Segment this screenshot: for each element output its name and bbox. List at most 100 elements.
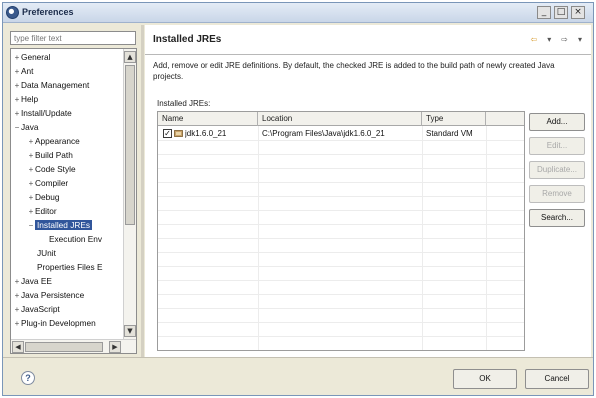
table-row[interactable]: ✓ jdk1.6.0_21 C:\Program Files\Java\jdk1… — [158, 127, 524, 140]
row-divider — [158, 210, 524, 211]
tree-item-label: Editor — [35, 206, 57, 216]
panel-splitter[interactable] — [141, 25, 144, 357]
tree-item-properties-files-editor[interactable]: Properties Files E — [37, 261, 102, 274]
tree-item-javascript[interactable]: + JavaScript — [13, 303, 60, 316]
installed-jres-label: Installed JREs: — [157, 99, 211, 108]
page-navigation: ⇦ ▾ ⇨ ▾ — [526, 34, 585, 44]
collapse-icon[interactable]: − — [13, 121, 21, 134]
expand-icon[interactable]: + — [13, 275, 21, 288]
tree-item-label: Install/Update — [21, 108, 72, 118]
column-header-name[interactable]: Name — [158, 112, 258, 126]
tree-item-label: Java EE — [21, 276, 52, 286]
scroll-thumb[interactable] — [25, 342, 103, 352]
expand-icon[interactable]: + — [13, 317, 21, 330]
tree-item-junit[interactable]: JUnit — [37, 247, 56, 260]
edit-button[interactable]: Edit... — [529, 137, 585, 155]
tree-item-label: Plug-in Developmen — [21, 318, 96, 328]
tree-item-java-persistence[interactable]: + Java Persistence — [13, 289, 85, 302]
dropdown-icon[interactable]: ▾ — [575, 35, 585, 45]
expand-icon[interactable]: + — [13, 303, 21, 316]
expand-icon[interactable]: + — [27, 205, 35, 218]
tree-item-label: Help — [21, 94, 39, 104]
expand-icon[interactable]: + — [27, 135, 35, 148]
scroll-right-icon[interactable]: ▶ — [109, 341, 121, 353]
tree-item-label: Compiler — [35, 178, 69, 188]
duplicate-button[interactable]: Duplicate... — [529, 161, 585, 179]
minimize-button[interactable]: _ — [537, 6, 551, 19]
tree-item-java-ee[interactable]: + Java EE — [13, 275, 52, 288]
tree-horizontal-scrollbar[interactable]: ◀ ▶ — [11, 339, 136, 353]
maximize-button[interactable]: □ — [554, 6, 568, 19]
tree-item-debug[interactable]: + Debug — [27, 191, 60, 204]
scroll-left-icon[interactable]: ◀ — [12, 341, 24, 353]
tree-item-code-style[interactable]: + Code Style — [27, 163, 76, 176]
add-button[interactable]: Add... — [529, 113, 585, 131]
row-divider — [158, 168, 524, 169]
tree-items: + General + Ant + Data Management + Help + In… — [11, 49, 123, 339]
row-divider — [158, 182, 524, 183]
expand-icon[interactable]: + — [13, 93, 21, 106]
tree-item-install-update[interactable]: + Install/Update — [13, 107, 72, 120]
row-divider — [158, 252, 524, 253]
tree-item-plugin-development[interactable]: + Plug-in Developmen — [13, 317, 96, 330]
jre-table[interactable]: Name Location Type ✓ jdk1.6.0_21 C:\Prog… — [157, 111, 525, 351]
tree-item-general[interactable]: + General — [13, 51, 51, 64]
expand-icon[interactable]: + — [13, 65, 21, 78]
scroll-up-icon[interactable]: ▲ — [124, 51, 136, 63]
tree-item-ant[interactable]: + Ant — [13, 65, 34, 78]
dialog-separator — [3, 357, 593, 358]
back-arrow-icon[interactable]: ⇦ — [529, 35, 539, 45]
row-divider — [158, 322, 524, 323]
forward-arrow-icon[interactable]: ⇨ — [560, 35, 570, 45]
tree-item-label: Build Path — [35, 150, 73, 160]
tree-item-appearance[interactable]: + Appearance — [27, 135, 80, 148]
jre-name-cell: jdk1.6.0_21 — [185, 129, 227, 138]
expand-icon[interactable]: + — [27, 177, 35, 190]
row-divider — [158, 294, 524, 295]
search-button[interactable]: Search... — [529, 209, 585, 227]
help-icon[interactable]: ? — [21, 371, 35, 385]
close-button[interactable]: × — [571, 6, 585, 19]
tree-item-label: Debug — [35, 192, 60, 202]
tree-item-editor[interactable]: + Editor — [27, 205, 57, 218]
expand-icon[interactable]: + — [27, 191, 35, 204]
expand-icon[interactable]: + — [27, 163, 35, 176]
dropdown-icon[interactable]: ▾ — [544, 35, 554, 45]
tree-item-label: Installed JREs — [35, 220, 93, 230]
filter-input[interactable] — [10, 31, 136, 45]
row-divider — [158, 140, 524, 141]
preferences-tree[interactable]: + General + Ant + Data Management + Help + In… — [10, 48, 137, 354]
expand-icon[interactable]: + — [13, 107, 21, 120]
expand-icon[interactable]: + — [13, 51, 21, 64]
tree-item-help[interactable]: + Help — [13, 93, 38, 106]
remove-button[interactable]: Remove — [529, 185, 585, 203]
row-divider — [158, 196, 524, 197]
column-header-type[interactable]: Type — [422, 112, 486, 126]
tree-vertical-scrollbar[interactable]: ▲ ▼ — [123, 49, 136, 339]
scroll-thumb[interactable] — [125, 65, 135, 225]
tree-item-execution-environments[interactable]: Execution Env — [49, 233, 102, 246]
jre-type-cell: Standard VM — [426, 129, 473, 138]
tree-item-label: Execution Env — [49, 234, 103, 244]
cancel-button[interactable]: Cancel — [525, 369, 589, 389]
collapse-icon[interactable]: − — [27, 219, 35, 232]
tree-item-java[interactable]: − Java — [13, 121, 39, 134]
ok-button[interactable]: OK — [453, 369, 517, 389]
tree-item-installed-jres[interactable]: − Installed JREs — [27, 219, 93, 232]
tree-item-build-path[interactable]: + Build Path — [27, 149, 73, 162]
row-divider — [158, 308, 524, 309]
default-jre-checkbox[interactable]: ✓ — [163, 129, 172, 138]
title-bar[interactable]: Preferences _ □ × — [3, 3, 593, 23]
tree-item-label: JavaScript — [21, 304, 60, 314]
tree-item-compiler[interactable]: + Compiler — [27, 177, 69, 190]
expand-icon[interactable]: + — [27, 149, 35, 162]
tree-item-label: Java Persistence — [21, 290, 85, 300]
title-separator — [145, 54, 591, 55]
expand-icon[interactable]: + — [13, 79, 21, 92]
expand-icon[interactable]: + — [13, 289, 21, 302]
page-title: Installed JREs — [153, 34, 222, 45]
scroll-down-icon[interactable]: ▼ — [124, 325, 136, 337]
tree-item-data-management[interactable]: + Data Management — [13, 79, 90, 92]
row-divider — [158, 336, 524, 337]
column-header-location[interactable]: Location — [258, 112, 422, 126]
